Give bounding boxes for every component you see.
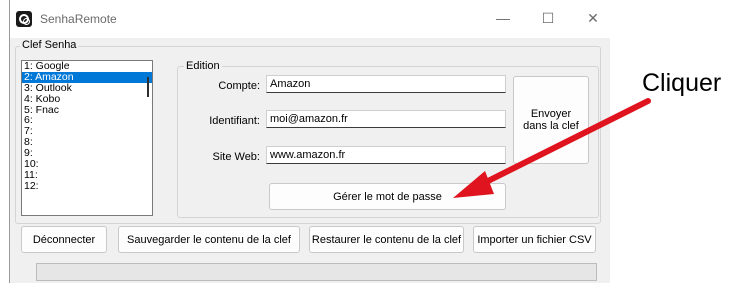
annotation-arrow-icon — [453, 98, 651, 198]
